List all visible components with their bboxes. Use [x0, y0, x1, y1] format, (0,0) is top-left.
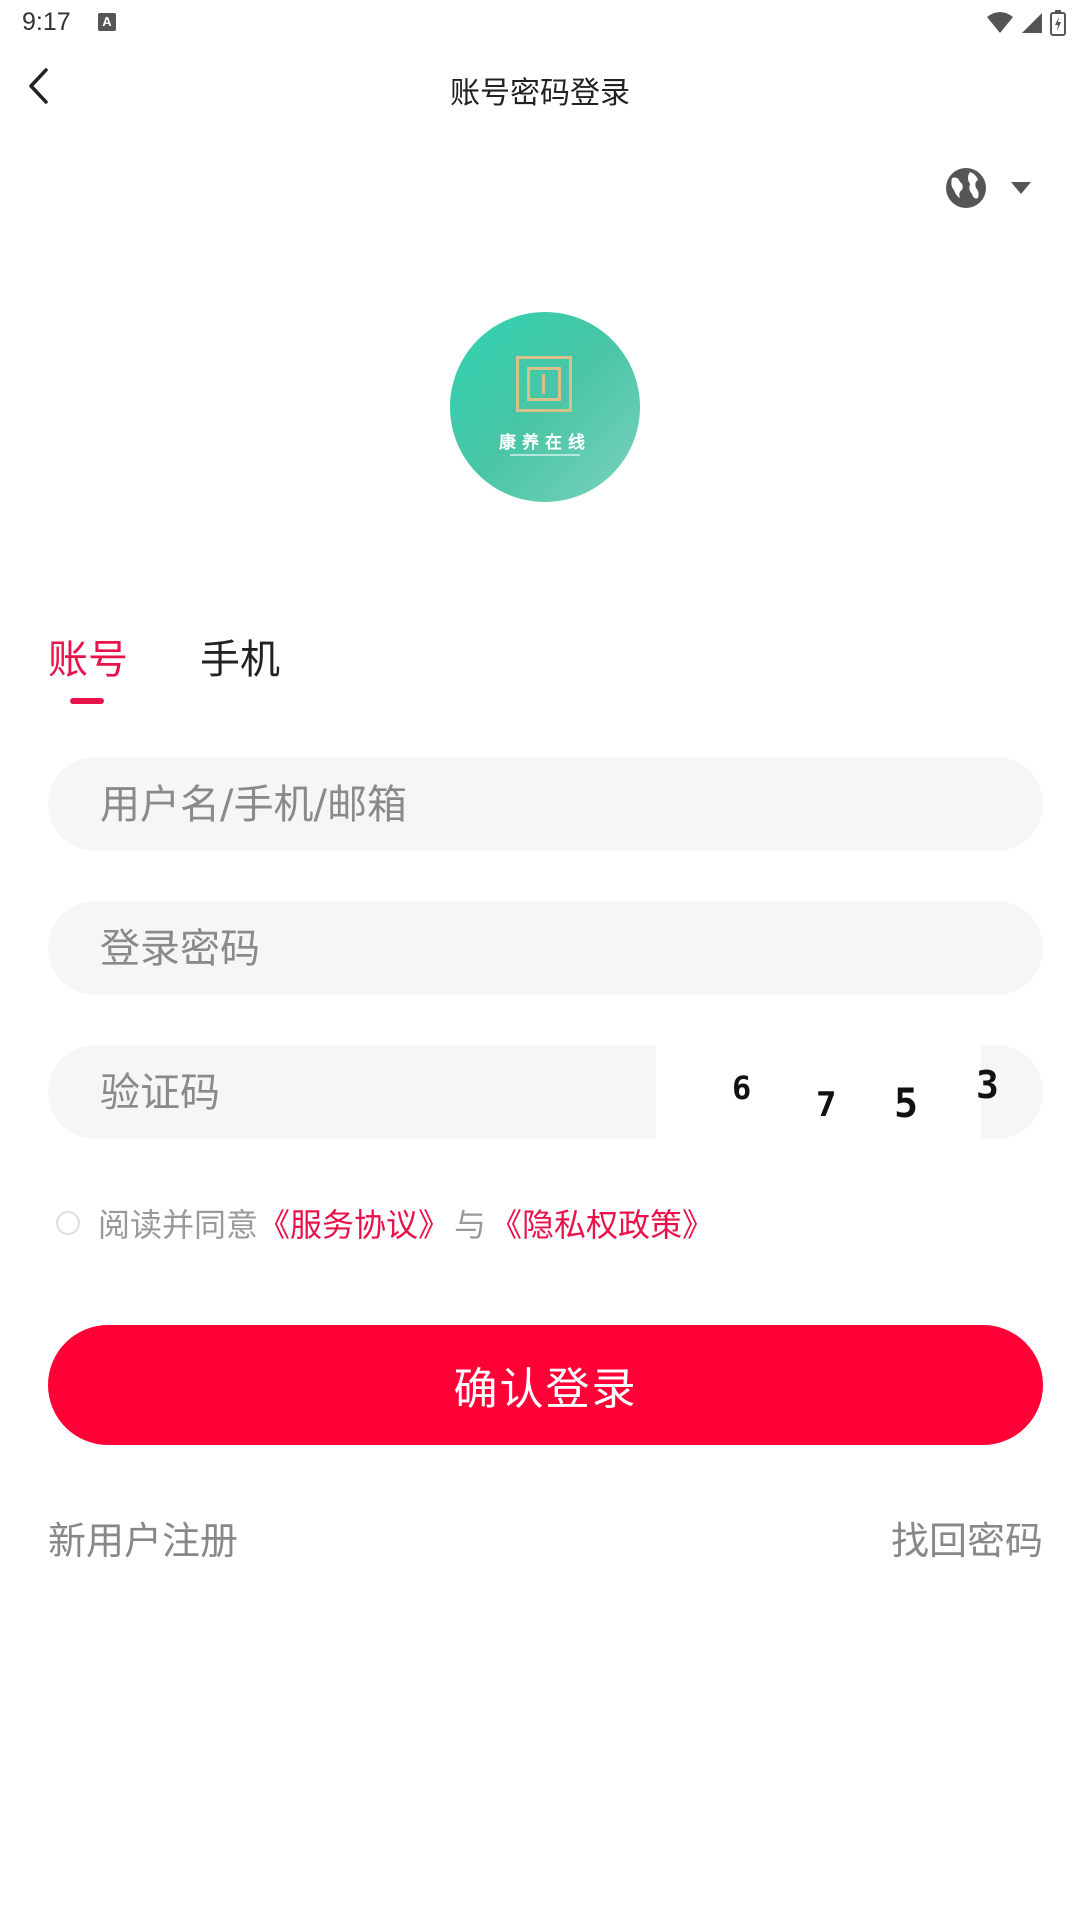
username-field: [48, 757, 1043, 853]
forgot-password-link[interactable]: 找回密码: [891, 1510, 1043, 1565]
logo-text: 康养在线: [499, 433, 591, 453]
status-icons: [986, 10, 1066, 36]
login-button[interactable]: 确认登录: [48, 1325, 1043, 1445]
agreement-checkbox[interactable]: [56, 1211, 80, 1235]
captcha-input[interactable]: [98, 1045, 622, 1141]
password-field: [48, 901, 1043, 997]
register-link[interactable]: 新用户注册: [48, 1510, 238, 1565]
page-title: 账号密码登录: [450, 76, 630, 111]
username-input[interactable]: [98, 757, 662, 853]
agreement-prefix: 阅读并同意: [98, 1206, 259, 1244]
logo-subline: [510, 454, 580, 456]
status-bar: 9:17 A: [0, 0, 1080, 48]
captcha-digit: 7: [816, 1085, 837, 1125]
globe-icon: [946, 168, 986, 208]
language-selector[interactable]: [944, 160, 1064, 216]
password-input[interactable]: [98, 901, 662, 997]
a-letter-icon: A: [98, 13, 116, 31]
signal-icon: [1022, 13, 1042, 33]
tab-active-indicator: [70, 698, 104, 704]
status-time: 9:17: [22, 8, 71, 36]
wifi-icon: [987, 12, 1013, 33]
tab-account[interactable]: 账号: [48, 630, 128, 690]
app-logo: 康养在线: [450, 312, 640, 502]
battery-icon: [1050, 10, 1066, 36]
nav-bar: 账号密码登录: [0, 48, 1080, 128]
caret-down-icon: [1011, 182, 1031, 194]
agreement-and: 与: [454, 1206, 487, 1244]
captcha-image[interactable]: 6 7 5 3: [656, 1045, 999, 1139]
captcha-field: 6 7 5 3: [48, 1045, 1043, 1141]
captcha-digit: 6: [732, 1069, 752, 1107]
captcha-digit: 3: [976, 1063, 999, 1107]
agreement-row: 阅读并同意 《服务协议》 与 《隐私权政策》: [56, 1198, 956, 1248]
service-agreement-link[interactable]: 《服务协议》: [258, 1200, 450, 1246]
privacy-policy-link[interactable]: 《隐私权政策》: [490, 1200, 714, 1246]
logo-frame-bar: [542, 374, 545, 394]
login-tabs: 账号 手机: [48, 630, 448, 710]
tab-phone[interactable]: 手机: [200, 630, 280, 690]
captcha-digit: 5: [894, 1081, 919, 1127]
